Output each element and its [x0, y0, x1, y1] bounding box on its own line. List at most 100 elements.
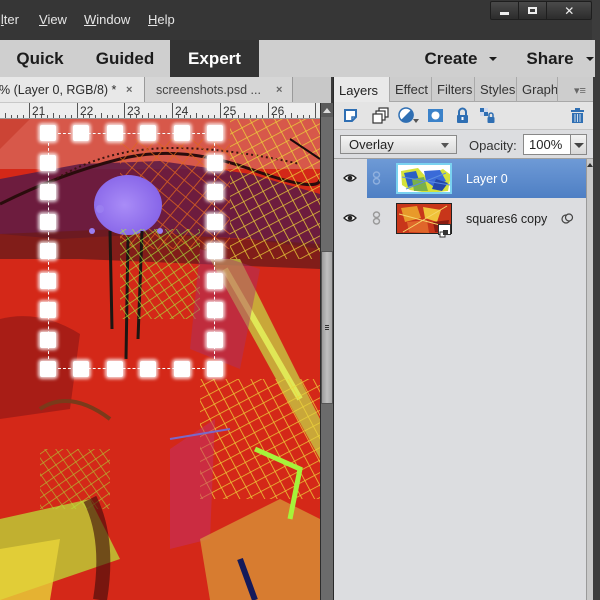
- transform-handle[interactable]: [140, 125, 157, 141]
- mode-bar: Quick Guided Expert Create Share: [0, 40, 595, 77]
- link-icon[interactable]: [372, 211, 381, 225]
- visibility-eye-icon[interactable]: [343, 173, 357, 183]
- lock-transparency-icon[interactable]: [479, 107, 496, 124]
- transform-handle[interactable]: [40, 331, 56, 348]
- panel-tab-graphics[interactable]: Graph: [517, 77, 558, 102]
- delete-layer-icon[interactable]: [569, 107, 586, 124]
- transform-handle[interactable]: [106, 125, 123, 141]
- close-icon: ✕: [564, 3, 575, 18]
- ruler-tick: [47, 115, 48, 118]
- doc-tab-screenshots[interactable]: screenshots.psd ... ×: [145, 77, 293, 102]
- maximize-button[interactable]: [519, 2, 548, 19]
- layer-name[interactable]: squares6 copy: [466, 212, 547, 226]
- layer-row[interactable]: squares6 copy: [334, 199, 586, 238]
- new-layer-icon[interactable]: [342, 107, 359, 124]
- create-label: Create: [424, 48, 478, 68]
- opacity-input[interactable]: 100%: [523, 134, 571, 155]
- ruler-tick: [202, 115, 203, 118]
- transform-handle[interactable]: [40, 213, 56, 230]
- ruler-tick: [142, 115, 143, 118]
- arrow-up-icon[interactable]: [587, 163, 593, 167]
- ruler-tick: [315, 103, 316, 118]
- doc-tab-label: % (Layer 0, RGB/8) *: [0, 82, 117, 97]
- panel-tab-layers[interactable]: Layers: [334, 77, 390, 103]
- ruler-tick: [172, 103, 173, 118]
- menu-filter[interactable]: ilter: [0, 12, 19, 27]
- image-canvas[interactable]: [0, 119, 320, 600]
- transform-handle[interactable]: [207, 272, 223, 289]
- ruler-tick: [262, 115, 263, 118]
- transform-handle[interactable]: [40, 243, 56, 259]
- layer-mask-icon[interactable]: [427, 107, 444, 124]
- menu-view[interactable]: View: [39, 12, 67, 27]
- transform-handle[interactable]: [173, 361, 190, 377]
- adjustment-layer-icon[interactable]: [398, 107, 420, 124]
- layer-row[interactable]: Layer 0: [334, 159, 586, 198]
- minimize-button[interactable]: [491, 2, 520, 19]
- transform-handle[interactable]: [207, 302, 223, 318]
- doc-tab-active[interactable]: % (Layer 0, RGB/8) * ×: [0, 77, 145, 102]
- layer-toolbar: [334, 102, 593, 129]
- transform-handle[interactable]: [207, 213, 223, 230]
- layer-list: Layer 0 squares6 copy: [334, 159, 593, 600]
- ruler-tick: [148, 113, 149, 118]
- panel-tab-filters[interactable]: Filters: [432, 77, 475, 102]
- close-button[interactable]: ✕: [547, 2, 591, 19]
- transform-handle[interactable]: [73, 361, 90, 377]
- ruler-tick: [285, 115, 286, 118]
- share-button[interactable]: Share: [520, 40, 600, 77]
- transform-handle[interactable]: [173, 125, 190, 141]
- transform-handle[interactable]: [40, 154, 56, 171]
- scroll-up-button[interactable]: [321, 103, 333, 117]
- panel-menu-icon[interactable]: ▾≡: [574, 84, 586, 97]
- visibility-eye-icon[interactable]: [343, 213, 357, 223]
- transform-handle[interactable]: [207, 243, 223, 259]
- ruler-label: 22: [80, 104, 94, 118]
- opacity-dropdown-button[interactable]: [570, 134, 587, 155]
- panel-tab-effects[interactable]: Effect: [390, 77, 432, 102]
- transform-handle[interactable]: [140, 361, 157, 377]
- transform-handle[interactable]: [73, 125, 90, 141]
- lock-all-icon[interactable]: [454, 107, 471, 124]
- panel-tab-styles[interactable]: Styles: [475, 77, 517, 102]
- layer-list-scrollbar[interactable]: [586, 159, 593, 600]
- menu-help[interactable]: Help: [148, 12, 175, 27]
- transform-handle[interactable]: [106, 361, 123, 377]
- blend-mode-select[interactable]: Overlay: [340, 135, 457, 154]
- transform-handle[interactable]: [207, 184, 223, 200]
- ruler-tick: [208, 115, 209, 118]
- ruler-tick: [95, 115, 96, 118]
- transform-handle[interactable]: [40, 272, 56, 289]
- layer-name[interactable]: Layer 0: [466, 172, 508, 186]
- close-tab-icon[interactable]: ×: [126, 84, 132, 96]
- transform-handle[interactable]: [40, 361, 56, 377]
- close-tab-icon[interactable]: ×: [276, 84, 282, 96]
- transform-handle[interactable]: [40, 125, 56, 141]
- opacity-label: Opacity:: [469, 138, 517, 153]
- ruler-tick: [124, 103, 125, 118]
- ruler-tick: [118, 115, 119, 118]
- menu-window[interactable]: Window: [84, 12, 130, 27]
- new-group-icon[interactable]: [372, 107, 389, 124]
- transform-handle[interactable]: [40, 184, 56, 200]
- ruler-tick: [166, 115, 167, 118]
- ruler-tick: [71, 115, 72, 118]
- ruler-tick: [59, 115, 60, 118]
- transform-handle[interactable]: [207, 331, 223, 348]
- mode-tab-expert[interactable]: Expert: [170, 40, 259, 77]
- link-icon[interactable]: [372, 171, 381, 185]
- ruler-label: 25: [223, 104, 237, 118]
- grip-icon: [325, 325, 329, 330]
- mode-tab-quick[interactable]: Quick: [0, 40, 80, 77]
- transform-handle[interactable]: [207, 154, 223, 171]
- transform-handle[interactable]: [207, 361, 223, 377]
- create-button[interactable]: Create: [418, 40, 504, 77]
- transform-handle[interactable]: [40, 302, 56, 318]
- selection-marquee[interactable]: [48, 133, 215, 369]
- canvas-vertical-scrollbar[interactable]: [320, 103, 333, 600]
- scroll-thumb[interactable]: [321, 251, 333, 404]
- transform-handle[interactable]: [207, 125, 223, 141]
- mode-tab-guided[interactable]: Guided: [80, 40, 170, 77]
- ruler-tick: [17, 115, 18, 118]
- minimize-icon: [500, 12, 510, 15]
